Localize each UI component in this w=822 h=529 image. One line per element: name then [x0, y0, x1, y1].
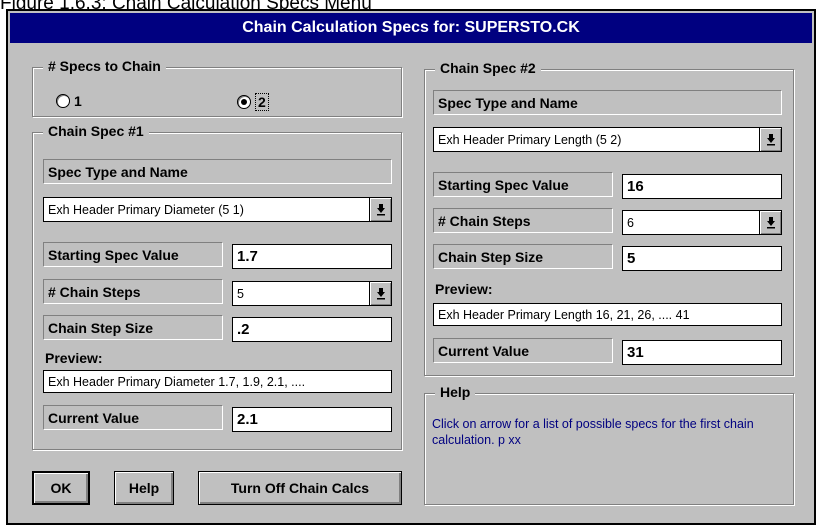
radio-specs-2-label: 2: [255, 93, 269, 111]
spec-2-current-input[interactable]: 31: [622, 340, 782, 365]
dropdown-arrow-icon[interactable]: [759, 211, 781, 234]
spec-1-starting-input[interactable]: 1.7: [232, 244, 392, 269]
help-button[interactable]: Help: [114, 471, 174, 505]
dialog-title: Chain Calculation Specs for: SUPERSTO.CK: [10, 13, 812, 43]
spec-1-steps-select[interactable]: 5: [232, 281, 392, 306]
dropdown-arrow-icon[interactable]: [759, 128, 781, 151]
help-label: Help: [435, 384, 476, 400]
radio-selected-icon: [237, 95, 251, 109]
spec-1-steps-value: 5: [237, 286, 244, 301]
specs-to-chain-label: # Specs to Chain: [43, 58, 166, 74]
spec-2-steps-select[interactable]: 6: [622, 210, 782, 235]
radio-specs-1-label: 1: [74, 93, 82, 109]
dropdown-arrow-icon[interactable]: [369, 198, 391, 221]
ok-button[interactable]: OK: [32, 471, 90, 505]
spec-2-type-label: Spec Type and Name: [433, 90, 782, 115]
spec-2-preview-field: Exh Header Primary Length 16, 21, 26, ..…: [433, 303, 782, 326]
turn-off-chain-calcs-button[interactable]: Turn Off Chain Calcs: [198, 471, 402, 505]
chain-spec-2-label: Chain Spec #2: [435, 60, 541, 76]
radio-specs-1[interactable]: 1: [56, 93, 82, 109]
spec-1-preview-field: Exh Header Primary Diameter 1.7, 1.9, 2.…: [43, 370, 392, 393]
spec-2-current-label: Current Value: [433, 338, 613, 363]
spec-1-type-value: Exh Header Primary Diameter (5 1): [48, 202, 244, 217]
spec-1-preview-label: Preview:: [45, 350, 103, 366]
spec-2-type-select[interactable]: Exh Header Primary Length (5 2): [433, 127, 782, 152]
chain-calc-dialog: Chain Calculation Specs for: SUPERSTO.CK…: [6, 9, 816, 525]
spec-1-step-size-input[interactable]: .2: [232, 317, 392, 342]
radio-specs-2[interactable]: 2: [237, 93, 269, 111]
chain-spec-1-label: Chain Spec #1: [43, 123, 149, 139]
help-text: Click on arrow for a list of possible sp…: [432, 417, 754, 447]
help-group: Help: [424, 384, 794, 505]
spec-1-starting-label: Starting Spec Value: [43, 242, 223, 267]
spec-1-type-select[interactable]: Exh Header Primary Diameter (5 1): [43, 197, 392, 222]
specs-to-chain-group: # Specs to Chain 1 2: [32, 58, 402, 117]
spec-1-type-label: Spec Type and Name: [43, 159, 392, 184]
spec-1-steps-label: # Chain Steps: [43, 279, 223, 304]
spec-1-current-label: Current Value: [43, 405, 223, 430]
spec-2-steps-label: # Chain Steps: [433, 208, 613, 233]
spec-1-step-size-label: Chain Step Size: [43, 315, 223, 340]
spec-1-current-input[interactable]: 2.1: [232, 407, 392, 432]
spec-2-step-size-label: Chain Step Size: [433, 244, 613, 269]
spec-2-starting-label: Starting Spec Value: [433, 172, 613, 197]
spec-2-step-size-input[interactable]: 5: [622, 246, 782, 271]
radio-icon: [56, 94, 70, 108]
spec-2-preview-label: Preview:: [435, 281, 493, 297]
spec-2-type-value: Exh Header Primary Length (5 2): [438, 132, 622, 147]
spec-2-starting-input[interactable]: 16: [622, 174, 782, 199]
dropdown-arrow-icon[interactable]: [369, 282, 391, 305]
spec-2-steps-value: 6: [627, 215, 634, 230]
